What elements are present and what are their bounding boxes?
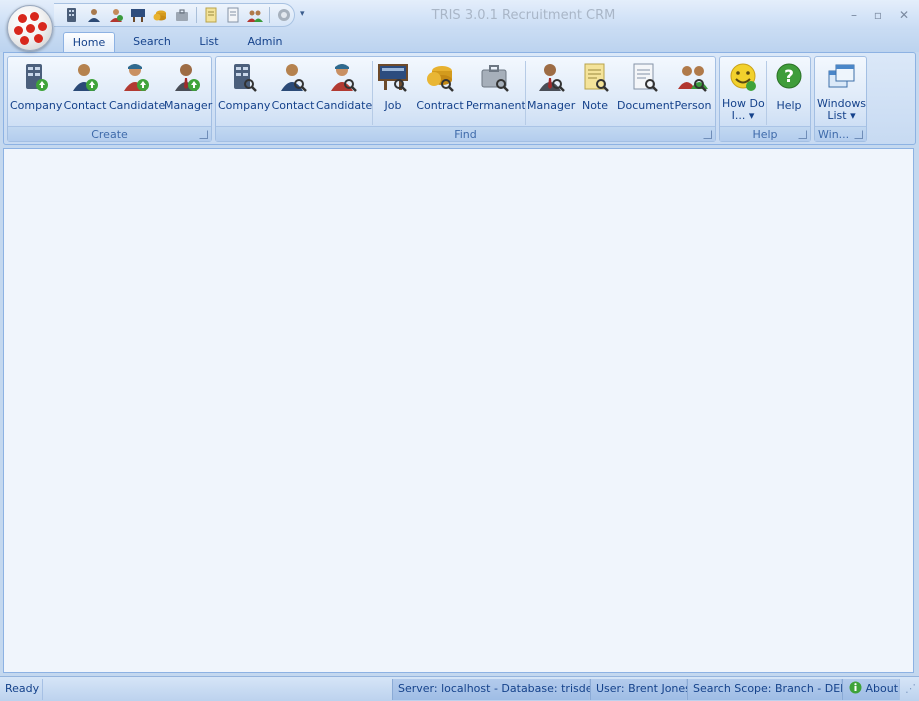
- button-label: Candidate: [109, 99, 166, 112]
- help-icon: ?: [776, 63, 802, 89]
- help-button[interactable]: ? Help: [770, 59, 808, 127]
- button-label: Help: [776, 99, 802, 112]
- button-label: Job: [384, 99, 402, 112]
- button-label: Person: [674, 99, 712, 112]
- button-label: I... ▾: [731, 109, 755, 122]
- find-note-button[interactable]: Note: [577, 59, 613, 127]
- group-label: Help: [720, 126, 810, 141]
- smiley-icon: [730, 63, 756, 91]
- logo-dot: [30, 12, 39, 21]
- create-candidate-button[interactable]: Candidate: [109, 59, 166, 127]
- group-label: Create: [8, 126, 211, 141]
- how-do-i-button[interactable]: How Do I... ▾: [722, 59, 765, 127]
- maximize-button[interactable]: ▫: [869, 6, 887, 24]
- company-icon: [234, 64, 257, 92]
- button-label: Contact: [63, 99, 107, 112]
- status-server: Server: localhost - Database: trisdemo: [392, 679, 610, 700]
- dialog-launcher-icon[interactable]: [798, 130, 807, 139]
- job-icon: [378, 64, 408, 92]
- find-manager-button[interactable]: Manager: [527, 59, 575, 127]
- logo-dot: [20, 36, 29, 45]
- button-label: Company: [10, 99, 63, 112]
- candidate-icon: [124, 64, 149, 91]
- status-ready: Ready: [0, 679, 43, 700]
- workspace[interactable]: [3, 148, 914, 673]
- person-icon: [678, 66, 708, 92]
- button-label: Document: [617, 99, 674, 112]
- note-icon: [584, 63, 609, 92]
- logo-dot: [26, 24, 35, 33]
- windows-group: Windows List ▾ Win...: [814, 56, 867, 142]
- button-label: Contact: [271, 99, 315, 112]
- minimize-button[interactable]: –: [845, 6, 863, 24]
- create-manager-button[interactable]: Manager: [164, 59, 213, 127]
- contact-icon: [281, 64, 307, 92]
- windows-list-button[interactable]: Windows List ▾: [816, 59, 867, 127]
- tab-admin[interactable]: Admin: [241, 32, 289, 53]
- close-button[interactable]: ✕: [895, 6, 913, 24]
- permanent-icon: [481, 65, 509, 92]
- find-document-button[interactable]: Document: [617, 59, 674, 127]
- title-bar: ▾ TRIS 3.0.1 Recruitment CRM – ▫ ✕: [0, 0, 919, 30]
- status-user: User: Brent Jones: [590, 679, 691, 700]
- find-candidate-button[interactable]: Candidate: [316, 59, 373, 127]
- tab-list[interactable]: List: [190, 32, 228, 53]
- candidate-icon: [331, 64, 357, 92]
- logo-dot: [18, 14, 27, 23]
- group-separator: [372, 61, 373, 125]
- create-contact-button[interactable]: Contact: [62, 59, 108, 127]
- button-label: List ▾: [827, 109, 856, 122]
- find-group: Company Contact Candidate Job Contract P…: [215, 56, 716, 142]
- ribbon: Company Contact Candidate Manager Create…: [3, 52, 916, 145]
- contract-icon: [427, 66, 454, 92]
- tab-search[interactable]: Search: [127, 32, 177, 53]
- find-contract-button[interactable]: Contract: [415, 59, 465, 127]
- windows-icon: [828, 64, 854, 88]
- button-label: Contract: [416, 99, 464, 112]
- application-menu-button[interactable]: [7, 5, 53, 51]
- dialog-launcher-icon[interactable]: [703, 130, 712, 139]
- button-label: Manager: [527, 99, 576, 112]
- button-label: Permanent: [466, 99, 526, 112]
- button-label: Candidate: [316, 99, 373, 112]
- find-permanent-button[interactable]: Permanent: [466, 59, 526, 127]
- group-label: Find: [216, 126, 715, 141]
- dialog-launcher-icon[interactable]: [854, 130, 863, 139]
- logo-dot: [34, 34, 43, 43]
- find-person-button[interactable]: Person: [672, 59, 714, 127]
- contact-icon: [73, 64, 98, 91]
- svg-text:?: ?: [784, 67, 794, 87]
- resize-grip-icon[interactable]: ⋰: [900, 679, 919, 700]
- find-contact-button[interactable]: Contact: [269, 59, 317, 127]
- status-bar: Ready Server: localhost - Database: tris…: [0, 676, 919, 701]
- window-title: TRIS 3.0.1 Recruitment CRM: [431, 8, 616, 23]
- help-group: How Do I... ▾ ? Help Help: [719, 56, 811, 142]
- button-label: Company: [218, 99, 271, 112]
- create-group: Company Contact Candidate Manager Create: [7, 56, 212, 142]
- create-company-button[interactable]: Company: [10, 59, 63, 127]
- manager-icon: [175, 64, 200, 91]
- logo-dot: [14, 26, 23, 35]
- group-separator: [525, 61, 526, 125]
- info-icon: [849, 681, 862, 694]
- group-separator: [766, 61, 767, 125]
- status-scope: Search Scope: Branch - DEMO: [687, 679, 858, 700]
- button-label: Manager: [164, 99, 213, 112]
- about-button[interactable]: About: [842, 679, 900, 700]
- ribbon-tabs: Home Search List Admin: [0, 30, 919, 53]
- find-job-button[interactable]: Job: [374, 59, 412, 127]
- about-label: About: [865, 682, 899, 695]
- tab-home[interactable]: Home: [63, 32, 115, 53]
- company-icon: [26, 64, 48, 91]
- dialog-launcher-icon[interactable]: [199, 130, 208, 139]
- button-label: Note: [581, 99, 609, 112]
- find-company-button[interactable]: Company: [218, 59, 271, 127]
- document-icon: [633, 63, 658, 92]
- manager-icon: [539, 64, 565, 92]
- logo-dot: [38, 22, 47, 31]
